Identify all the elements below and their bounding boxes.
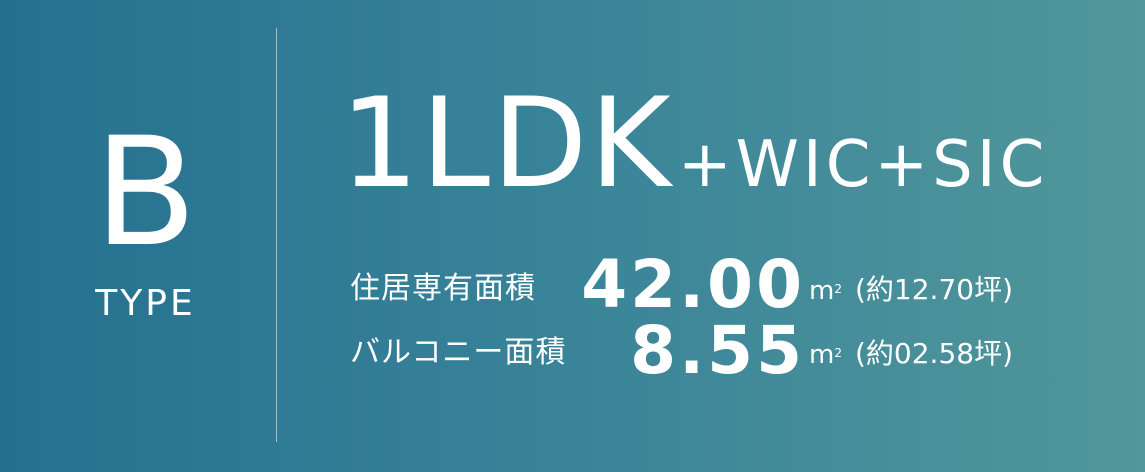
unit: m	[809, 340, 835, 370]
unit: m	[809, 276, 835, 306]
area-tsubo-balcony: (約02.58坪)	[855, 337, 1014, 370]
layout-options: +WIC+SIC	[678, 128, 1049, 202]
area-label-private: 住居専有面積	[350, 271, 536, 306]
unit-sup: 2	[834, 346, 842, 360]
area-label-balcony: バルコニー面積	[350, 335, 567, 370]
divider	[276, 28, 277, 442]
area-tsubo-private: (約12.70坪)	[855, 273, 1014, 306]
layout-title: 1LDK	[340, 72, 673, 216]
area-value-balcony: 8.55	[630, 312, 805, 389]
area-value-private: 42.00	[581, 246, 805, 323]
type-letter: B	[94, 106, 197, 280]
unit-sup: 2	[834, 282, 842, 296]
type-label: TYPE	[95, 283, 196, 324]
area-unit-balcony: m2	[809, 340, 842, 370]
area-unit-private: m2	[809, 276, 842, 306]
